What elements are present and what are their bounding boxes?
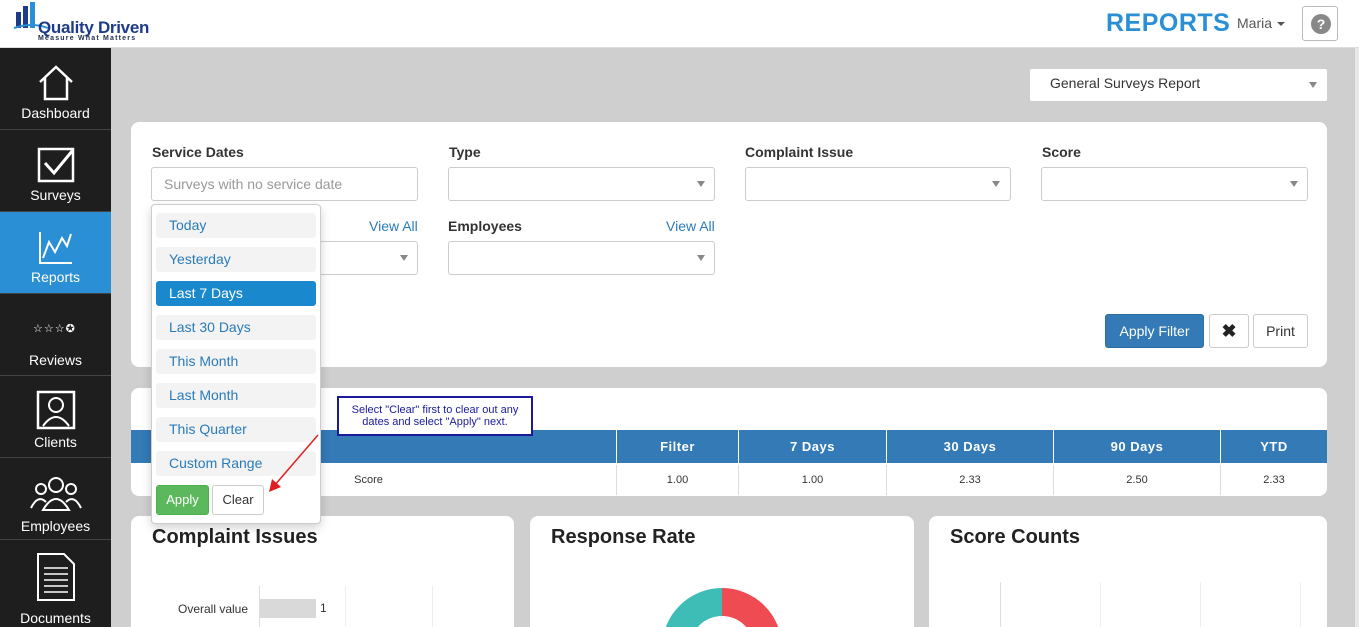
- checkbox-icon: [37, 147, 75, 183]
- response-rate-title: Response Rate: [551, 526, 696, 548]
- sidebar-item-label: Clients: [34, 434, 77, 450]
- report-type-value: General Surveys Report: [1050, 75, 1201, 91]
- complaint-issues-title: Complaint Issues: [152, 526, 318, 548]
- bar-label: Overall value: [178, 602, 249, 616]
- sidebar-item-label: Surveys: [30, 187, 81, 203]
- sidebar-item-label: Reviews: [29, 352, 82, 368]
- sidebar-item-surveys[interactable]: Surveys: [0, 130, 111, 212]
- logo[interactable]: Quality Driven Measure What Matters: [12, 2, 152, 44]
- table-row-label: Score: [354, 474, 383, 486]
- complaint-issue-label: Complaint Issue: [745, 144, 854, 160]
- sidebar-item-employees[interactable]: Employees: [0, 458, 111, 540]
- help-button[interactable]: ?: [1302, 6, 1338, 41]
- table-header-30-days: 30 Days: [886, 430, 1053, 463]
- complaint-issue-select[interactable]: [745, 167, 1011, 201]
- chart-gridline: [1100, 582, 1101, 627]
- user-name: Maria: [1237, 15, 1273, 31]
- scrollbar-track[interactable]: [1355, 48, 1359, 627]
- chart-gridline: [1000, 582, 1001, 627]
- chevron-down-icon: [697, 255, 705, 261]
- sidebar: Dashboard Surveys Reports ☆☆☆✪ Reviews C…: [0, 48, 111, 627]
- response-rate-donut: [665, 588, 779, 627]
- chevron-down-icon: [1309, 82, 1317, 88]
- report-type-select[interactable]: General Surveys Report: [1030, 69, 1327, 101]
- view-all-employees-link[interactable]: View All: [666, 218, 715, 234]
- employees-select[interactable]: [448, 241, 715, 275]
- type-label: Type: [449, 144, 481, 160]
- date-option-last-7-days[interactable]: Last 7 Days: [156, 281, 316, 306]
- chevron-down-icon: [992, 181, 1000, 187]
- date-clear-button[interactable]: Clear: [212, 485, 264, 515]
- sidebar-item-reports[interactable]: Reports: [0, 212, 111, 294]
- table-cell-ytd: 2.33: [1220, 465, 1327, 495]
- question-circle-icon: ?: [1311, 14, 1331, 34]
- table-header-90-days: 90 Days: [1053, 430, 1220, 463]
- score-counts-title: Score Counts: [950, 526, 1081, 548]
- service-dates-label: Service Dates: [152, 144, 244, 160]
- sidebar-item-dashboard[interactable]: Dashboard: [0, 48, 111, 130]
- table-cell-30-days: 2.33: [886, 465, 1053, 495]
- chart-gridline: [345, 586, 346, 627]
- table-cell-filter: 1.00: [616, 465, 738, 495]
- score-select[interactable]: [1041, 167, 1308, 201]
- sidebar-item-clients[interactable]: Clients: [0, 376, 111, 458]
- chart-gridline: [1200, 582, 1201, 627]
- table-cell-7-days: 1.00: [738, 465, 886, 495]
- sidebar-item-documents[interactable]: Documents: [0, 540, 111, 627]
- date-apply-button[interactable]: Apply: [156, 485, 209, 515]
- service-dates-placeholder: Surveys with no service date: [164, 176, 343, 192]
- top-bar: Quality Driven Measure What Matters REPO…: [0, 0, 1359, 48]
- chevron-down-icon: [400, 255, 408, 261]
- annotation-callout: Select "Clear" first to clear out any da…: [337, 396, 533, 436]
- chevron-down-icon: [1290, 181, 1298, 187]
- table-header-filter: Filter: [616, 430, 738, 463]
- bar: [260, 599, 316, 618]
- user-icon: [36, 390, 76, 430]
- table-header-ytd: YTD: [1220, 430, 1327, 463]
- document-icon: [37, 553, 75, 601]
- clear-filter-button[interactable]: ✖: [1209, 314, 1249, 348]
- employees-label: Employees: [448, 218, 522, 234]
- chevron-down-icon: [697, 181, 705, 187]
- chart-gridline: [432, 586, 433, 627]
- date-option-this-month[interactable]: This Month: [156, 349, 316, 374]
- sidebar-item-label: Employees: [20, 518, 91, 534]
- sidebar-item-label: Reports: [30, 269, 81, 285]
- sidebar-item-label: Documents: [20, 610, 91, 626]
- service-dates-input[interactable]: Surveys with no service date: [151, 167, 418, 201]
- date-option-today[interactable]: Today: [156, 213, 316, 238]
- annotation-arrow-icon: [269, 434, 319, 492]
- user-menu[interactable]: Maria: [1237, 15, 1286, 31]
- logo-tagline: Measure What Matters: [38, 35, 137, 42]
- stars-icon: ☆☆☆✪: [33, 323, 76, 335]
- table-cell-90-days: 2.50: [1053, 465, 1220, 495]
- page-title: REPORTS: [1106, 9, 1231, 37]
- donut-segment-teal: [665, 588, 722, 627]
- bar-value: 1: [320, 601, 327, 615]
- sidebar-item-label: Dashboard: [21, 105, 90, 121]
- chart-line-icon: [39, 232, 72, 264]
- type-select[interactable]: [448, 167, 715, 201]
- chart-gridline: [1300, 582, 1301, 627]
- home-icon: [39, 65, 73, 101]
- score-label: Score: [1042, 144, 1081, 160]
- sidebar-item-reviews[interactable]: ☆☆☆✪ Reviews: [0, 294, 111, 376]
- apply-filter-button[interactable]: Apply Filter: [1105, 314, 1204, 348]
- date-option-yesterday[interactable]: Yesterday: [156, 247, 316, 272]
- print-button[interactable]: Print: [1253, 314, 1308, 348]
- users-icon: [30, 477, 82, 511]
- donut-segment-red: [722, 588, 779, 627]
- view-all-link[interactable]: View All: [369, 218, 418, 234]
- date-option-last-month[interactable]: Last Month: [156, 383, 316, 408]
- date-option-last-30-days[interactable]: Last 30 Days: [156, 315, 316, 340]
- chevron-down-icon: [1277, 22, 1286, 27]
- table-header-7-days: 7 Days: [738, 430, 886, 463]
- close-icon: ✖: [1221, 321, 1237, 341]
